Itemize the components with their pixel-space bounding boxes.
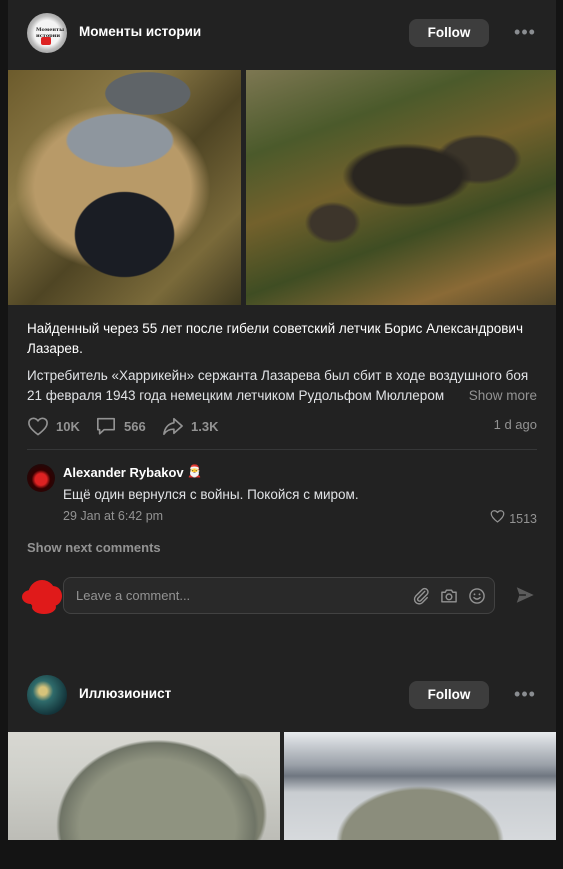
share-button[interactable]: 1.3K [162,414,218,438]
attach-icon[interactable] [411,586,431,606]
more-options-icon[interactable]: ••• [513,684,537,704]
photo-gallery [8,70,556,305]
user-avatar [22,578,64,614]
channel-avatar[interactable]: Моменты истории [27,13,67,53]
show-next-comments-link[interactable]: Show next comments [27,540,161,555]
emoji-icon[interactable] [467,586,487,606]
like-button[interactable]: 10K [27,414,80,438]
likes-count: 10K [56,418,80,434]
share-icon [162,416,184,436]
heart-icon [490,509,505,528]
photo-elephant[interactable] [284,732,556,840]
send-icon[interactable] [514,584,536,606]
divider [27,449,537,450]
post-title: Найденный через 55 лет после гибели сове… [27,321,523,356]
photo-gallery [8,732,556,840]
channel-avatar[interactable] [27,675,67,715]
channel-name[interactable]: Иллюзионист [79,686,171,701]
more-options-icon[interactable]: ••• [513,22,537,42]
feed: Моменты истории Моменты истории Follow •… [8,0,556,840]
avatar-logo-mark [41,37,51,45]
comment-date: 29 Jan at 6:42 pm [63,509,164,523]
shares-count: 1.3K [191,418,219,434]
post-time: 1 d ago [493,417,537,432]
photo-pistol-holster[interactable] [8,70,241,305]
show-more-link[interactable]: Show more [442,386,537,406]
comment-compose-box[interactable]: Leave a comment... [63,577,495,614]
comments-count: 566 [124,418,146,434]
post-header: Иллюзионист Follow ••• [8,662,556,726]
comment-input[interactable]: Leave a comment... [76,578,190,613]
santa-emoji-icon: 🎅 [187,464,202,478]
camera-icon[interactable] [439,586,459,606]
post-header: Моменты истории Моменты истории Follow •… [8,0,556,64]
heart-icon [27,416,49,436]
photo-elephant[interactable] [8,732,280,840]
channel-name[interactable]: Моменты истории [79,24,201,39]
comment-author-name[interactable]: Alexander Rybakov [63,465,184,480]
comment-text: Ещё один вернулся с войны. Покойся с мир… [63,487,359,502]
follow-button[interactable]: Follow [409,19,489,47]
comment-likes-count: 1513 [509,511,537,526]
comment-item: Alexander Rybakov 🎅 Ещё один вернулся с … [27,462,537,532]
post-body-container: Истребитель «Харрикейн» сержанта Лазарев… [27,366,537,406]
comment-like-button[interactable]: 1513 [490,509,537,528]
comment-icon [95,416,117,436]
post-actions: 10K 566 1.3K 1 d ago [27,414,537,438]
photo-pilot-remains[interactable] [246,70,556,305]
follow-button[interactable]: Follow [409,681,489,709]
comment-author-avatar[interactable] [27,464,55,492]
comment-button[interactable]: 566 [95,414,146,438]
post-separator [8,640,556,658]
